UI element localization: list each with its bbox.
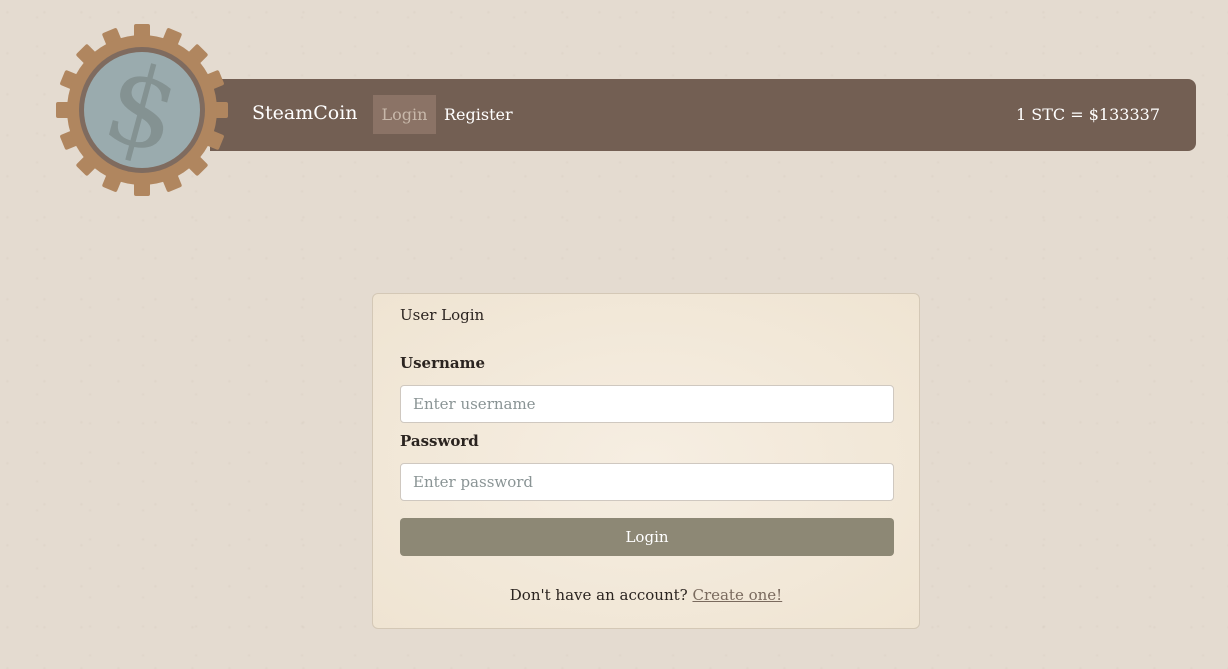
login-button[interactable]: Login	[400, 518, 894, 556]
signup-prompt-text: Don't have an account?	[509, 586, 688, 604]
nav-login-link[interactable]: Login	[373, 95, 436, 134]
brand-name[interactable]: SteamCoin	[252, 100, 358, 126]
password-input[interactable]	[400, 463, 894, 501]
logo-gear-icon[interactable]: $	[52, 20, 232, 200]
password-label: Password	[400, 432, 479, 450]
username-input[interactable]	[400, 385, 894, 423]
create-account-link[interactable]: Create one!	[692, 586, 782, 604]
nav-register-link[interactable]: Register	[444, 95, 513, 134]
username-label: Username	[400, 354, 486, 372]
price-ticker: 1 STC = $133337	[1016, 105, 1160, 124]
login-card: User Login Username Password Login Don't…	[372, 293, 920, 629]
login-card-title: User Login	[400, 306, 485, 324]
signup-prompt-line: Don't have an account? Create one!	[373, 586, 919, 604]
